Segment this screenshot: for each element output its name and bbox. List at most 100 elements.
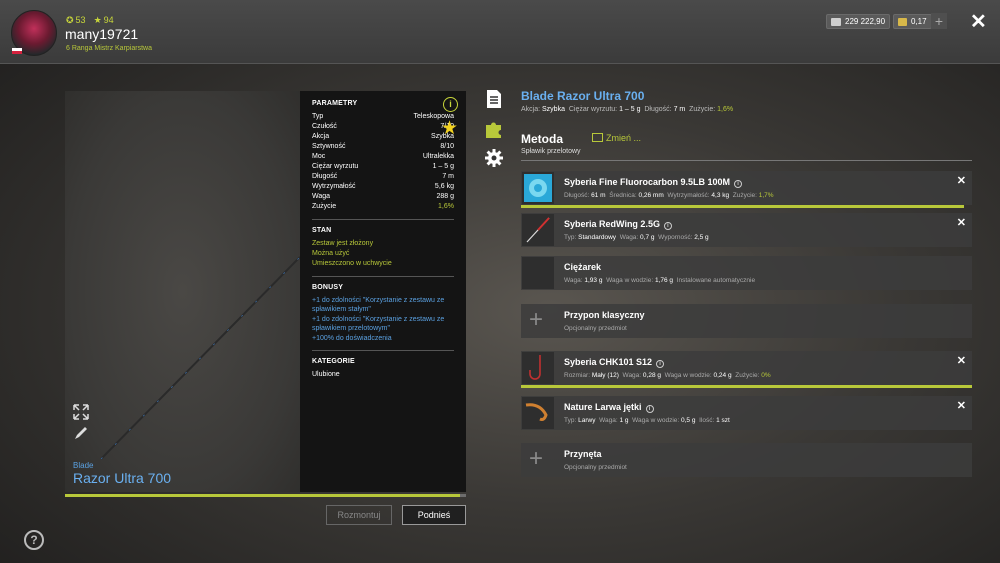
param-value: 5,6 kg <box>434 183 454 190</box>
float-icon <box>522 214 554 246</box>
param-label: Moc <box>312 153 326 160</box>
param-row: Ciężar wyrzutu 1 – 5 g <box>312 162 454 172</box>
param-value: 288 g <box>436 193 454 200</box>
param-label: Akcja <box>312 133 330 140</box>
info-icon[interactable]: i <box>443 97 458 112</box>
flag-icon <box>12 48 22 54</box>
param-label: Typ <box>312 113 324 120</box>
info-icon[interactable]: i <box>656 360 665 368</box>
method-title: Metoda <box>521 132 563 146</box>
rank-star-icon: ★ <box>93 15 102 25</box>
slot-condition-bar <box>521 205 965 208</box>
tackle-slot[interactable]: Syberia CHK101 S12 i Rozmiar: Mały (12) Wa… <box>521 351 972 385</box>
param-label: Długość <box>312 173 338 180</box>
dismantle-button[interactable]: Rozmontuj <box>326 505 392 525</box>
tackle-slot[interactable]: Ciężarek Waga: 1,93 g Waga w wodzie: 1,76… <box>521 256 972 290</box>
params-panel: PARAMETRY Typ Teleskopowa Czułość 7/10 Akcja… <box>300 91 466 492</box>
top-bar: ✪ 53 ★ 94 many19721 6 Ranga Mistrz Karpiar… <box>0 0 1000 64</box>
remove-icon[interactable]: ✕ <box>957 216 966 229</box>
remove-icon[interactable]: ✕ <box>957 174 966 187</box>
rank-title: 6 Ranga Mistrz Karpiarstwa <box>66 45 152 52</box>
param-row: Długość 7 m <box>312 172 454 182</box>
method-subtitle: Spławik przelotowy <box>521 148 581 155</box>
change-method-button[interactable]: Zmień ... <box>592 133 641 143</box>
info-icon[interactable]: i <box>645 405 654 413</box>
state-item: Umieszczono w uchwycie <box>312 260 392 267</box>
slot-details: Typ: Standardowy Waga: 0,7 g Wyporność: … <box>564 234 709 241</box>
info-icon[interactable]: i <box>663 222 672 230</box>
hook-icon <box>522 352 554 384</box>
slot-details: Rozmiar: Mały (12) Waga: 0,28 g Waga w w… <box>564 372 771 379</box>
remove-icon[interactable]: ✕ <box>957 354 966 367</box>
slot-name: Syberia Fine Fluorocarbon 9.5LB 100M i <box>564 177 743 188</box>
sinker-icon <box>522 257 554 289</box>
param-row: Sztywność 8/10 <box>312 142 454 152</box>
param-row: Wytrzymałość 5,6 kg <box>312 182 454 192</box>
slot-details: Opcjonalny przedmiot <box>564 325 627 332</box>
slot-details: Waga: 1,93 g Waga w wodzie: 1,76 g Insta… <box>564 277 756 284</box>
gear-icon[interactable] <box>484 148 504 168</box>
expand-icon[interactable] <box>73 404 89 420</box>
rod-preview: Blade Razor Ultra 700 <box>65 91 300 492</box>
rod-condition-fill <box>65 494 460 497</box>
param-label: Waga <box>312 193 331 200</box>
level-value: 53 <box>75 15 86 25</box>
params-list: Typ Teleskopowa Czułość 7/10 Akcja Szybka Szty… <box>312 112 454 212</box>
param-value: 1 – 5 g <box>432 163 454 170</box>
rod-image <box>100 256 300 460</box>
slot-name: Syberia RedWing 2.5G i <box>564 219 672 230</box>
tackle-slot[interactable]: Syberia Fine Fluorocarbon 9.5LB 100M i Dłu… <box>521 171 972 205</box>
rod-summary: Akcja: Szybka Ciężar wyrzutu: 1 – 5 g Dł… <box>521 106 734 113</box>
tackle-slot[interactable]: Syberia RedWing 2.5G i Typ: Standardowy Wa… <box>521 213 972 247</box>
help-icon[interactable]: ? <box>24 530 44 550</box>
rod-brand: Blade <box>73 461 94 470</box>
rod-name: Razor Ultra 700 <box>73 470 172 486</box>
category-value: Ulubione <box>312 371 340 378</box>
param-value: 8/10 <box>440 143 454 150</box>
bonus-heading: BONUSY <box>312 284 344 291</box>
bonus-item: +1 do zdolności "Korzystanie z zestawu z… <box>312 297 445 313</box>
rank-value: 94 <box>103 15 114 25</box>
category-heading: KATEGORIE <box>312 358 355 365</box>
bonus-item: +100% do doświadczenia <box>312 335 392 342</box>
add-icon: + <box>529 445 544 472</box>
slot-name: Syberia CHK101 S12 i <box>564 357 665 368</box>
param-value: Ultralekka <box>422 153 454 160</box>
state-item: Można użyć <box>312 250 350 257</box>
tackle-slot[interactable]: Nature Larwa jętki i Typ: Larwy Waga: 1 g … <box>521 396 972 430</box>
close-icon[interactable]: ✕ <box>970 9 987 34</box>
gold-value: 0,17 <box>911 17 927 26</box>
params-heading: PARAMETRY <box>312 100 358 107</box>
add-currency-button[interactable]: + <box>931 13 947 29</box>
slot-name: Przypon klasyczny <box>564 310 645 320</box>
tackle-slot[interactable]: + Przypon klasyczny Opcjonalny przedmiot <box>521 304 972 338</box>
silver-icon <box>831 17 841 26</box>
tackle-slot[interactable]: + Przynęta Opcjonalny przedmiot <box>521 443 972 477</box>
param-label: Zużycie <box>312 203 337 210</box>
document-icon[interactable] <box>484 89 504 109</box>
pickup-button[interactable]: Podnieś <box>402 505 466 525</box>
param-row: Moc Ultralekka <box>312 152 454 162</box>
info-icon[interactable]: i <box>734 180 743 188</box>
rod-full-name: Blade Razor Ultra 700 <box>521 89 645 103</box>
username: many19721 <box>65 26 139 42</box>
slot-name: Ciężarek <box>564 262 602 272</box>
param-label: Sztywność <box>312 143 346 150</box>
gold-balance: 0,17 <box>893 14 932 29</box>
param-value: 7 m <box>442 173 454 180</box>
state-item: Zestaw jest złożony <box>312 240 374 247</box>
bonus-item: +1 do zdolności "Korzystanie z zestawu z… <box>312 316 445 332</box>
edit-icon[interactable] <box>73 425 89 441</box>
puzzle-icon[interactable] <box>484 119 504 139</box>
slot-name: Przynęta <box>564 449 602 459</box>
slot-details: Opcjonalny przedmiot <box>564 464 627 471</box>
rod-condition-bar <box>65 494 466 497</box>
param-label: Czułość <box>312 123 337 130</box>
param-row: Zużycie 1,6% <box>312 202 454 212</box>
param-row: Typ Teleskopowa <box>312 112 454 122</box>
slot-condition-bar <box>521 385 972 388</box>
player-stats: ✪ 53 ★ 94 <box>66 15 114 26</box>
favorite-star-icon[interactable]: ★ <box>441 117 458 140</box>
param-label: Ciężar wyrzutu <box>312 163 359 170</box>
remove-icon[interactable]: ✕ <box>957 399 966 412</box>
